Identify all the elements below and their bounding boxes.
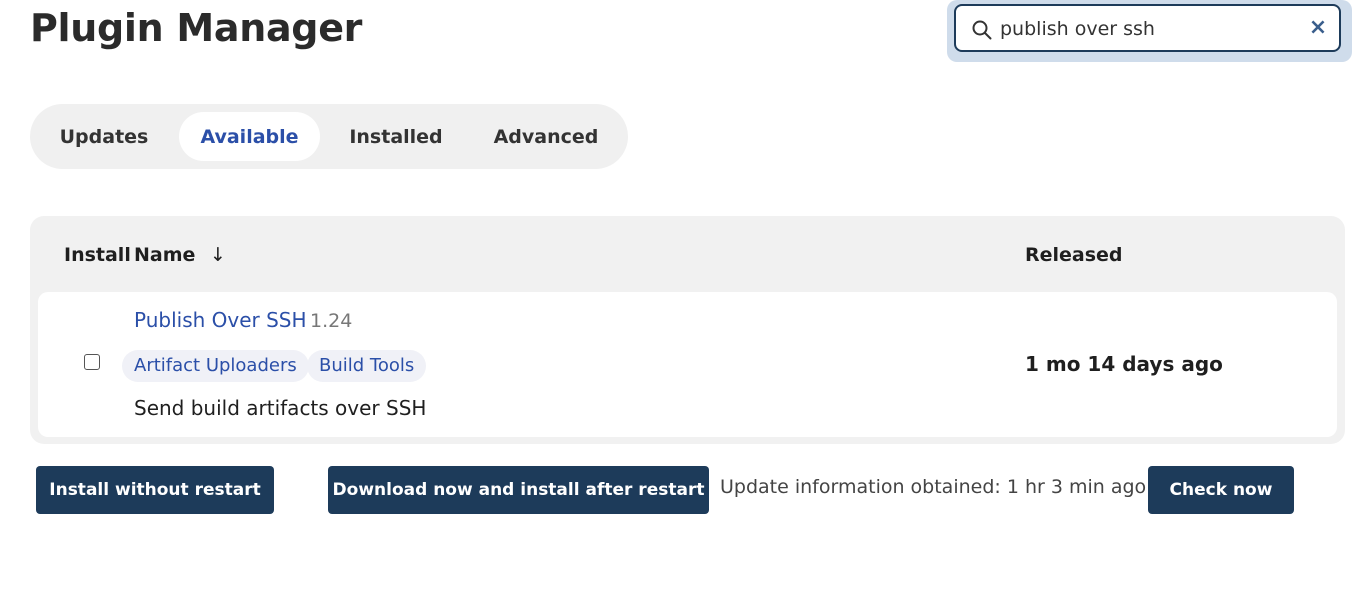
search-icon	[972, 20, 992, 40]
plugin-excerpt: Send build artifacts over SSH	[134, 396, 427, 420]
header-name[interactable]: Name ↓	[134, 244, 226, 266]
table-row: Publish Over SSH 1.24 Artifact Uploaders…	[38, 292, 1337, 437]
header-name-label: Name	[134, 244, 196, 266]
plugin-version: 1.24	[310, 310, 353, 332]
update-info-text: Update information obtained: 1 hr 3 min …	[720, 476, 1147, 498]
install-without-restart-button[interactable]: Install without restart	[36, 466, 274, 514]
search-input[interactable]	[1000, 14, 1300, 44]
tab-advanced[interactable]: Advanced	[480, 112, 612, 161]
tag-artifact-uploaders[interactable]: Artifact Uploaders	[122, 350, 309, 382]
install-checkbox[interactable]	[84, 354, 100, 370]
tag-build-tools[interactable]: Build Tools	[307, 350, 427, 382]
search-box[interactable]: ×	[954, 4, 1341, 52]
tab-bar: Updates Available Installed Advanced	[30, 104, 628, 169]
download-install-after-restart-button[interactable]: Download now and install after restart	[328, 466, 709, 514]
plugin-name-link[interactable]: Publish Over SSH	[134, 308, 307, 332]
tab-updates[interactable]: Updates	[44, 112, 164, 161]
sort-arrow-icon: ↓	[210, 244, 226, 266]
released-date: 1 mo 14 days ago	[1025, 352, 1223, 376]
header-install: Install	[64, 244, 131, 266]
tab-installed[interactable]: Installed	[334, 112, 458, 161]
tab-available[interactable]: Available	[179, 112, 320, 161]
page-title: Plugin Manager	[30, 6, 363, 50]
check-now-button[interactable]: Check now	[1148, 466, 1294, 514]
plugins-table: Install Name ↓ Released Publish Over SSH…	[30, 216, 1345, 444]
close-icon[interactable]: ×	[1307, 17, 1329, 39]
plugin-manager-page: Plugin Manager × Updates Available Insta…	[0, 0, 1360, 616]
header-released: Released	[1025, 244, 1123, 266]
